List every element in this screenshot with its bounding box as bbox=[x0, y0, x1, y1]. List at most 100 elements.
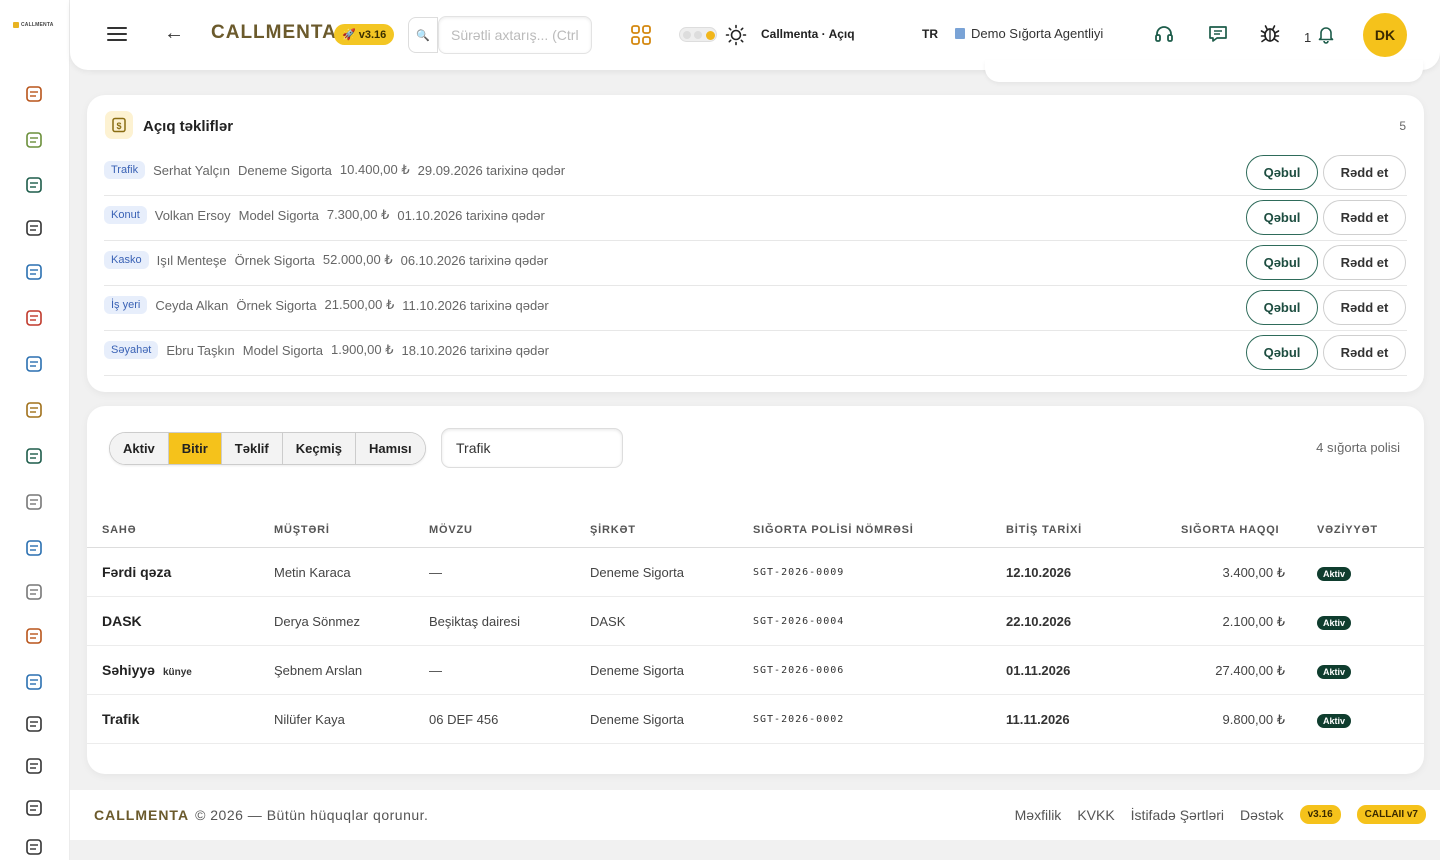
offer-row: Trafik Serhat Yalçın Deneme Sigorta 10.400,… bbox=[104, 151, 1407, 196]
bell-icon[interactable] bbox=[1316, 24, 1336, 44]
reject-offer-button[interactable]: Rədd et bbox=[1323, 155, 1406, 190]
apps-grid-icon[interactable] bbox=[631, 25, 651, 45]
offer-company: Örnek Sigorta bbox=[236, 297, 317, 313]
search-icon[interactable]: 🔍 bbox=[408, 17, 438, 53]
settings-gear-icon[interactable] bbox=[23, 491, 45, 513]
line-chart-icon[interactable] bbox=[23, 671, 45, 693]
clipboard-icon[interactable] bbox=[23, 129, 45, 151]
notification-count: 1 bbox=[1304, 30, 1312, 45]
sidebar-logo[interactable]: CALLMENTA bbox=[13, 22, 54, 28]
medal-icon[interactable] bbox=[23, 399, 45, 421]
user-chat-icon[interactable] bbox=[23, 353, 45, 375]
cell-premium: 3.400,00 ₺ bbox=[1222, 565, 1286, 580]
policy-status-tabs: Aktiv Bitir Təklif Keçmiş Hamısı bbox=[109, 432, 426, 465]
col-premium-header[interactable]: SIĞORTA HAQQI bbox=[1181, 524, 1279, 536]
building-icon bbox=[955, 28, 965, 39]
megaphone-icon[interactable] bbox=[23, 445, 45, 467]
col-company-header[interactable]: ŞİRKƏT bbox=[590, 524, 636, 536]
brand-name[interactable]: CALLMENTA bbox=[211, 22, 337, 44]
tab-active[interactable]: Aktiv bbox=[110, 433, 169, 464]
calendar-grid-icon[interactable] bbox=[23, 537, 45, 559]
offer-client: Volkan Ersoy bbox=[154, 207, 231, 223]
bug-icon[interactable] bbox=[1259, 23, 1281, 45]
chat-icon[interactable] bbox=[1207, 23, 1229, 45]
accept-offer-button[interactable]: Qəbul bbox=[1246, 155, 1318, 190]
tab-offer[interactable]: Təklif bbox=[221, 433, 283, 464]
offer-company: Deneme Sigorta bbox=[237, 162, 332, 178]
reject-offer-button[interactable]: Rədd et bbox=[1323, 200, 1406, 235]
table-row[interactable]: Trafik Nilüfer Kaya 06 DEF 456 Deneme Sigor… bbox=[87, 695, 1424, 744]
theme-toggle[interactable] bbox=[679, 27, 717, 42]
offer-company: Model Sigorta bbox=[238, 207, 319, 223]
language-switch[interactable]: TR bbox=[922, 27, 938, 41]
table-row[interactable]: DASK Derya Sönmez Beşiktaş dairesi DASK SGT-… bbox=[87, 597, 1424, 646]
col-status-header[interactable]: VƏZİYYƏT bbox=[1317, 524, 1378, 536]
offer-info: Trafik Serhat Yalçın Deneme Sigorta 10.400,… bbox=[104, 161, 565, 179]
offer-amount: 10.400,00 ₺ bbox=[339, 162, 410, 177]
footer-brand-name: CALLMENTA bbox=[94, 807, 190, 823]
offer-info: Konut Volkan Ersoy Model Sigorta 7.300,00 ₺… bbox=[104, 206, 545, 224]
accept-offer-button[interactable]: Qəbul bbox=[1246, 290, 1318, 325]
offer-type-tag: İş yeri bbox=[104, 296, 148, 314]
globe-icon[interactable] bbox=[23, 713, 45, 735]
list-settings-icon[interactable] bbox=[23, 755, 45, 777]
menu-icon[interactable] bbox=[107, 25, 127, 43]
cell-end-date: 22.10.2026 bbox=[1006, 614, 1072, 629]
cell-client: Şebnem Arslan bbox=[274, 663, 363, 678]
col-end-date-header[interactable]: BİTİŞ TARİXİ bbox=[1006, 524, 1082, 536]
footer-link-privacy[interactable]: Məxfilik bbox=[1015, 807, 1062, 823]
accept-offer-button[interactable]: Qəbul bbox=[1246, 335, 1318, 370]
offer-amount: 52.000,00 ₺ bbox=[322, 252, 393, 267]
cell-company: Deneme Sigorta bbox=[590, 663, 684, 678]
back-arrow-icon[interactable]: ← bbox=[164, 22, 184, 45]
accept-offer-button[interactable]: Qəbul bbox=[1246, 245, 1318, 280]
cell-subject: Beşiktaş dairesi bbox=[429, 614, 521, 629]
cell-premium: 27.400,00 ₺ bbox=[1215, 663, 1285, 678]
footer: CALLMENTA © 2026 — Bütün hüquqlar qorunur… bbox=[70, 790, 1440, 840]
bar-chart-icon[interactable] bbox=[23, 797, 45, 819]
footer-link-terms[interactable]: İstifadə Şərtləri bbox=[1131, 807, 1224, 823]
alarm-clock-icon[interactable] bbox=[23, 307, 45, 329]
cell-subject: — bbox=[429, 565, 442, 580]
offer-amount: 1.900,00 ₺ bbox=[331, 342, 394, 357]
offer-row: Konut Volkan Ersoy Model Sigorta 7.300,00 ₺… bbox=[104, 196, 1407, 241]
cell-subject: 06 DEF 456 bbox=[429, 712, 499, 727]
offer-row: Səyahət Ebru Taşkın Model Sigorta 1.900,00 … bbox=[104, 331, 1407, 376]
cell-premium: 2.100,00 ₺ bbox=[1222, 614, 1286, 629]
offer-amount: 7.300,00 ₺ bbox=[326, 207, 390, 222]
shield-icon[interactable] bbox=[23, 581, 45, 603]
code-brackets-icon[interactable] bbox=[23, 217, 45, 239]
agency-selector[interactable]: Demo Sığorta Agentliyi bbox=[955, 26, 1103, 41]
user-circle-icon[interactable] bbox=[23, 261, 45, 283]
id-card-icon[interactable] bbox=[23, 174, 45, 196]
accept-offer-button[interactable]: Qəbul bbox=[1246, 200, 1318, 235]
col-subject-header[interactable]: MÖVZU bbox=[429, 524, 473, 536]
footer-link-support[interactable]: Dəstək bbox=[1240, 807, 1284, 823]
col-client-header[interactable]: MÜŞTƏRİ bbox=[274, 524, 330, 536]
headset-icon[interactable] bbox=[1153, 23, 1175, 45]
tab-ending[interactable]: Bitir bbox=[168, 433, 222, 464]
user-avatar[interactable]: DK bbox=[1363, 13, 1407, 57]
table-row[interactable]: Səhiyyə künye Şebnem Arslan — Deneme Sigorta… bbox=[87, 646, 1424, 695]
version-badge: 🚀 v3.16 bbox=[334, 24, 395, 45]
tab-history[interactable]: Keçmiş bbox=[282, 433, 357, 464]
offer-type-tag: Konut bbox=[104, 206, 147, 224]
col-policy-number-header[interactable]: SIĞORTA POLİSİ NÖMRƏSİ bbox=[753, 524, 914, 536]
col-field-header[interactable]: SAHƏ bbox=[102, 524, 136, 536]
reject-offer-button[interactable]: Rədd et bbox=[1323, 335, 1406, 370]
footer-link-kvkk[interactable]: KVKK bbox=[1077, 807, 1114, 823]
reject-offer-button[interactable]: Rədd et bbox=[1323, 290, 1406, 325]
system-status: Callmenta · Açıq bbox=[761, 27, 855, 41]
sidebar: CALLMENTA bbox=[0, 0, 70, 860]
offer-type-tag: Kasko bbox=[104, 251, 149, 269]
building-icon[interactable] bbox=[23, 625, 45, 647]
quick-search-input[interactable] bbox=[438, 16, 592, 54]
warning-icon[interactable] bbox=[23, 836, 45, 858]
cell-client: Nilüfer Kaya bbox=[274, 712, 345, 727]
table-row[interactable]: Fərdi qəza Metin Karaca — Deneme Sigorta SGT… bbox=[87, 548, 1424, 597]
reject-offer-button[interactable]: Rədd et bbox=[1323, 245, 1406, 280]
tab-all[interactable]: Hamısı bbox=[356, 433, 425, 464]
dashboard-icon[interactable] bbox=[23, 83, 45, 105]
sun-icon[interactable] bbox=[725, 24, 747, 46]
policy-filter-input[interactable] bbox=[441, 428, 623, 468]
